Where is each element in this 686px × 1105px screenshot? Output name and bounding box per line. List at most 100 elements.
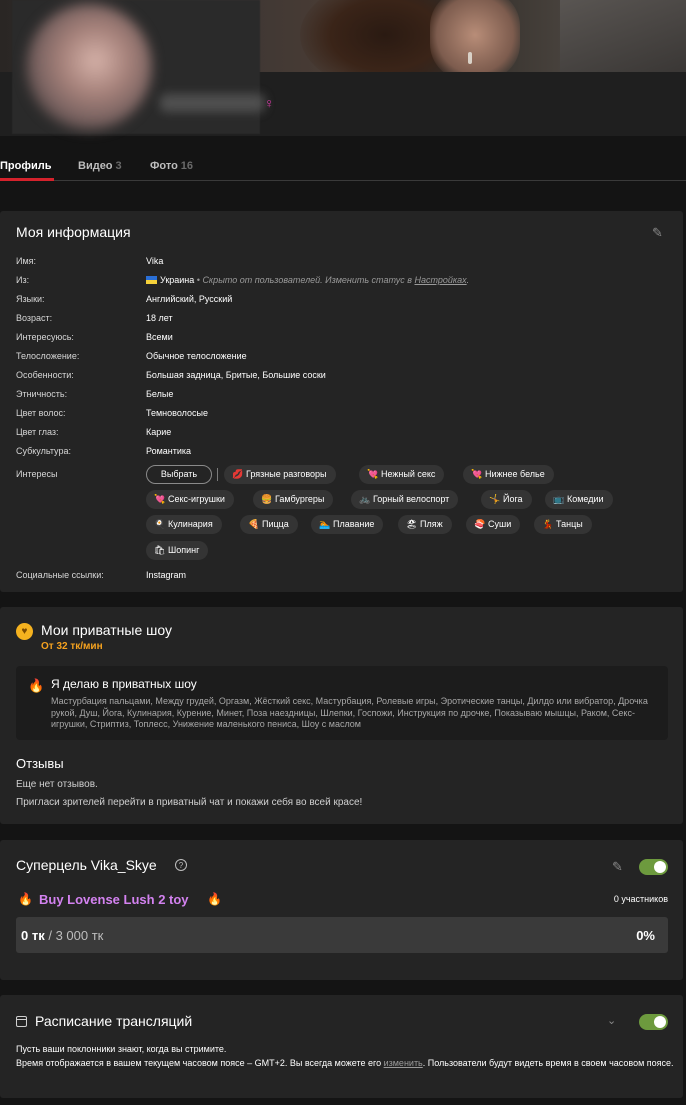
shopping-icon: 🛍	[154, 545, 166, 555]
interest-chip[interactable]: 🚲 Горный велоспорт	[351, 490, 459, 509]
cooking-icon: 🍳	[154, 519, 166, 529]
row-label-subculture: Субкультура:	[16, 446, 71, 456]
private-shows-title: Мои приватные шоу	[41, 622, 173, 638]
bike-icon: 🚲	[359, 494, 371, 504]
instagram-link[interactable]: Instagram	[146, 570, 186, 580]
avatar-area	[12, 0, 265, 134]
schedule-toggle[interactable]	[639, 1014, 668, 1030]
profile-tabs: Профиль Видео 3 Фото 16	[0, 156, 686, 181]
heart-icon: 💘	[154, 494, 166, 504]
supergoal-title: Суперцель Vika_Skye	[16, 857, 157, 873]
interest-chip[interactable]: 📺 Комедии	[545, 490, 613, 509]
tv-icon: 📺	[553, 494, 565, 504]
goal-name: Buy Lovense Lush 2 toy	[39, 892, 189, 907]
heart-lips-icon: 💋	[232, 469, 244, 479]
row-value-eyes: Карие	[146, 427, 172, 437]
row-label-from: Из:	[16, 275, 30, 285]
invite-text: Пригласи зрителей перейти в приватный ча…	[16, 797, 363, 808]
row-value-from: Украина • Скрыто от пользователей. Измен…	[146, 275, 469, 285]
chevron-down-icon[interactable]: ⌄	[607, 1014, 616, 1027]
schedule-card: Расписание трансляций ⌄ Пусть ваши покло…	[0, 995, 683, 1098]
private-shows-activities: 🔥 Я делаю в приватных шоу Мастурбация па…	[16, 666, 668, 740]
tab-photos-count: 16	[180, 160, 194, 172]
row-label-features: Особенности:	[16, 370, 74, 380]
location-hidden-note: • Скрыто от пользователей. Изменить стат…	[196, 275, 470, 285]
sushi-icon: 🍣	[474, 519, 486, 529]
heart-icon: 💘	[367, 469, 379, 479]
choose-interests-button[interactable]: Выбрать	[146, 465, 212, 484]
tab-profile[interactable]: Профиль	[0, 160, 51, 172]
interest-chip[interactable]: 💘 Секс-игрушки	[146, 490, 234, 509]
settings-link[interactable]: Настройках	[414, 275, 466, 285]
heart-coin-icon: ♥	[16, 623, 33, 640]
row-label-interests: Интересы	[16, 469, 58, 479]
row-label-languages: Языки:	[16, 294, 45, 304]
question-icon[interactable]: ?	[175, 859, 187, 871]
ukraine-flag-icon	[146, 276, 157, 284]
change-timezone-link[interactable]: изменить	[384, 1058, 423, 1068]
interest-chip[interactable]: 💘 Нижнее белье	[463, 465, 554, 484]
participants-count: 0 участников	[613, 894, 668, 904]
row-value-languages: Английский, Русский	[146, 294, 233, 304]
pencil-icon[interactable]: ✎	[612, 859, 623, 875]
burger-icon: 🍔	[261, 494, 273, 504]
interest-chip[interactable]: 🍳 Кулинария	[146, 515, 222, 534]
row-label-name: Имя:	[16, 256, 37, 266]
no-reviews-text: Еще нет отзывов.	[16, 779, 98, 790]
pencil-icon[interactable]: ✎	[652, 225, 663, 241]
row-label-eyes: Цвет глаз:	[16, 427, 59, 437]
interest-chip[interactable]: 🛍 Шопинг	[146, 541, 209, 560]
pizza-icon: 🍕	[248, 519, 260, 529]
schedule-line-1: Пусть ваши поклонники знают, когда вы ст…	[16, 1044, 227, 1054]
active-tab-indicator	[0, 178, 54, 181]
flame-icon: 🔥	[207, 892, 222, 906]
interest-chip[interactable]: 🏊 Плавание	[311, 515, 384, 534]
row-value-name: Vika	[146, 256, 164, 266]
row-label-age: Возраст:	[16, 313, 53, 323]
row-value-hair: Темноволосые	[146, 408, 208, 418]
goal-progress-bar: 0 тк / 3 000 тк 0%	[16, 917, 668, 953]
supergoal-toggle[interactable]	[639, 859, 668, 875]
interest-chip[interactable]: 💃 Танцы	[534, 515, 592, 534]
username-blurred	[160, 94, 265, 112]
beach-icon: 🏖	[406, 519, 418, 529]
interest-chip[interactable]: 🍣 Суши	[466, 515, 521, 534]
tab-photos[interactable]: Фото 16	[150, 160, 193, 172]
row-value-body: Обычное телосложение	[146, 351, 247, 361]
row-value-interested-in: Всеми	[146, 332, 173, 342]
tab-videos[interactable]: Видео 3	[78, 160, 122, 172]
tab-videos-count: 3	[115, 160, 122, 172]
profile-header: ♀	[0, 0, 686, 136]
interest-chip[interactable]: 🍔 Гамбургеры	[253, 490, 334, 509]
row-value-age: 18 лет	[146, 313, 173, 323]
avatar[interactable]	[26, 4, 152, 130]
row-label-social: Социальные ссылки:	[16, 570, 104, 580]
row-value-subculture: Романтика	[146, 446, 192, 456]
interest-chip[interactable]: 💘 Нежный секс	[359, 465, 445, 484]
row-label-hair: Цвет волос:	[16, 408, 66, 418]
schedule-line-2: Время отображается в вашем текущем часов…	[16, 1058, 674, 1068]
my-info-title: Моя информация	[16, 224, 131, 240]
row-label-interested-in: Интересуюсь:	[16, 332, 74, 342]
calendar-icon	[16, 1016, 27, 1027]
goal-progress-percent: 0%	[636, 928, 655, 943]
activities-title: Я делаю в приватных шоу	[51, 677, 197, 691]
row-label-body: Телосложение:	[16, 351, 80, 361]
private-show-price: От 32 тк/мин	[41, 641, 103, 652]
interest-chip[interactable]: 🤸 Йога	[481, 490, 532, 509]
row-label-ethnicity: Этничность:	[16, 389, 68, 399]
interest-chip[interactable]: 💋 Грязные разговоры	[224, 465, 336, 484]
heart-icon: 💘	[471, 469, 483, 479]
flame-icon: 🔥	[28, 678, 45, 693]
swimming-icon: 🏊	[319, 519, 331, 529]
row-value-features: Большая задница, Бритые, Большие соски	[146, 370, 326, 380]
female-icon: ♀	[264, 95, 275, 111]
interest-chip[interactable]: 🍕 Пицца	[240, 515, 298, 534]
schedule-title: Расписание трансляций	[35, 1013, 193, 1029]
yoga-icon: 🤸	[489, 494, 501, 504]
row-value-ethnicity: Белые	[146, 389, 174, 399]
interest-chip[interactable]: 🏖 Пляж	[398, 515, 452, 534]
reviews-title: Отзывы	[16, 756, 64, 771]
dancing-icon: 💃	[542, 519, 554, 529]
private-shows-card: ♥ Мои приватные шоу От 32 тк/мин 🔥 Я дел…	[0, 607, 683, 824]
